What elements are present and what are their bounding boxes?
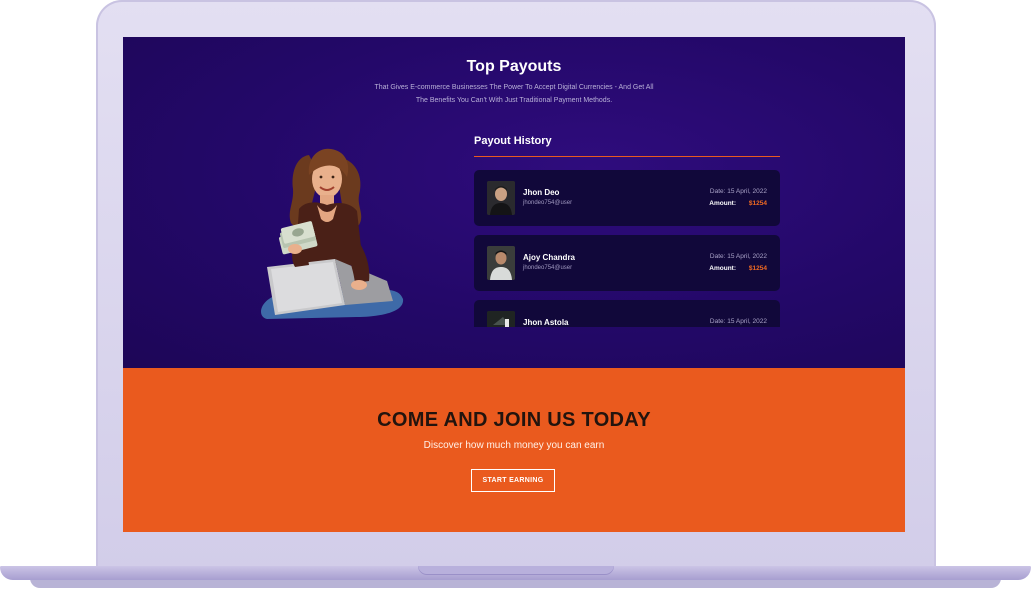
payout-user-name: Jhon Astola xyxy=(523,318,569,327)
payout-amount-label: Amount: xyxy=(709,265,736,272)
payout-user-email: jhondeo754@user xyxy=(523,200,573,206)
payout-amount-label: Amount: xyxy=(709,200,736,207)
laptop-notch xyxy=(418,566,614,575)
payout-history-title: Payout History xyxy=(474,135,552,147)
subtitle-line-1: That Gives E-commerce Businesses The Pow… xyxy=(374,84,654,91)
avatar xyxy=(487,311,515,327)
section-title: Top Payouts xyxy=(466,58,562,75)
cta-subtitle: Discover how much money you can earn xyxy=(423,440,605,451)
payout-date: Date: 15 April, 2022 xyxy=(709,188,767,195)
payout-user-email: jhondeo754@user xyxy=(523,265,573,271)
payout-history-list[interactable]: Jhon Deo jhondeo754@user Date: 15 April,… xyxy=(474,170,780,327)
avatar xyxy=(487,181,515,215)
top-payouts-section: Top Payouts That Gives E-commerce Busine… xyxy=(123,37,905,368)
payout-user-name: Ajoy Chandra xyxy=(523,253,576,262)
payout-card[interactable]: Ajoy Chandra jhondeo754@user Date: 15 Ap… xyxy=(474,235,780,291)
subtitle-line-2: The Benefits You Can't With Just Traditi… xyxy=(415,97,613,104)
section-subtitle: That Gives E-commerce Businesses The Pow… xyxy=(353,81,675,107)
join-us-section: COME AND JOIN US TODAY Discover how much… xyxy=(123,368,905,532)
payout-amount-value: $1254 xyxy=(748,265,767,272)
woman-with-laptop-image xyxy=(261,148,404,319)
user-photo-icon xyxy=(487,246,515,280)
payout-date: Date: 15 April, 2022 xyxy=(709,318,767,325)
laptop-screen: Top Payouts That Gives E-commerce Busine… xyxy=(123,37,905,532)
user-photo-icon xyxy=(487,311,515,327)
payout-date: Date: 15 April, 2022 xyxy=(709,253,767,260)
payout-user-name: Jhon Deo xyxy=(523,188,560,197)
payout-amount-value: $1254 xyxy=(748,200,767,207)
payout-card[interactable]: Jhon Deo jhondeo754@user Date: 15 April,… xyxy=(474,170,780,226)
start-earning-button[interactable]: START EARNING xyxy=(471,469,555,492)
cta-title: COME AND JOIN US TODAY xyxy=(377,409,651,431)
payout-history-divider xyxy=(474,156,780,157)
user-photo-icon xyxy=(487,181,515,215)
avatar xyxy=(487,246,515,280)
payout-card[interactable]: Jhon Astola Date: 15 April, 2022 xyxy=(474,300,780,327)
